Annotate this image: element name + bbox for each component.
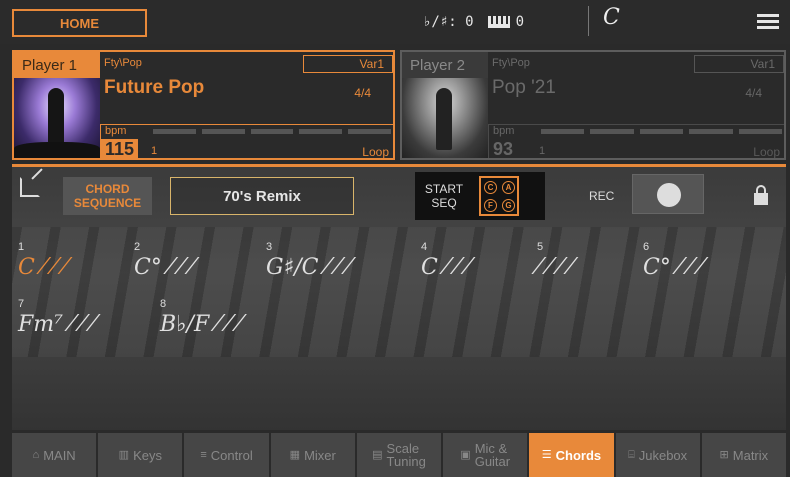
transport-info: bpm 115 1 Loop [100,124,393,159]
measure-number: 4 [421,241,428,253]
measure-number: 3 [266,241,273,253]
bpm-value[interactable]: 115 [101,139,139,159]
measure-chords: C° ⁄ ⁄ ⁄ [134,255,194,280]
variation-badge[interactable]: Var1 [303,55,393,73]
tab-mic-guitar[interactable]: ▣ Mic & Guitar [443,433,528,477]
time-signature: 4/4 [745,86,762,100]
tab-label: Jukebox [638,447,688,463]
progress-bar [541,129,783,134]
bar-number: 1 [539,145,546,157]
menu-icon[interactable] [757,14,779,30]
player-name: Player 2 [402,52,488,78]
top-bar: HOME ♭/♯: 0 0 C [0,0,790,44]
song-thumbnail [14,78,100,158]
tab-control[interactable]: ≡ Control [184,433,269,477]
chord-sequence-panel: CHORD SEQUENCE 70's Remix START SEQ C A F … [12,167,786,430]
mic-icon: ▣ [460,448,471,461]
progress-bar [153,129,391,134]
bpm-label: bpm [105,125,127,137]
control-icon: ≡ [200,448,207,461]
expand-icon[interactable] [20,168,43,197]
tab-label: Mixer [304,447,336,463]
background-image [12,227,786,357]
measure-number: 6 [643,241,650,253]
transport-info: bpm 93 1 Loop [488,124,784,159]
player-2-panel[interactable]: Player 2 Fty\Pop Var1 Pop '21 4/4 bpm 93… [400,50,786,160]
loop-mode[interactable]: Loop [362,145,389,159]
measure-number: 2 [134,241,141,253]
transpose-value: ♭/♯: 0 [423,14,474,30]
measure-number: 7 [18,298,25,310]
song-category: Fty\Pop [104,57,142,69]
bottom-tab-bar: ⌂ MAIN ▥ Keys ≡ Control ▦ Mixer ▤ Scale Tunin… [12,433,786,477]
player-name: Player 1 [14,52,100,78]
tab-label: MAIN [43,447,76,463]
measure-chords: G♯/C ⁄ ⁄ ⁄ [266,255,351,280]
tab-mixer[interactable]: ▦ Mixer [270,433,355,477]
tab-chords[interactable]: ☰ Chords [529,433,614,477]
keyboard-icon [487,16,510,28]
variation-badge[interactable]: Var1 [694,55,784,73]
measure-number: 8 [160,298,167,310]
transpose-display[interactable]: ♭/♯: 0 0 [423,10,524,34]
bar-number: 1 [151,145,158,157]
chords-icon: ☰ [541,448,552,461]
bpm-value[interactable]: 93 [489,139,517,159]
tab-label: Scale Tuning [386,441,426,469]
octave-value: 0 [515,14,525,30]
measure-chords: C ⁄ ⁄ ⁄ [18,255,67,280]
keys-icon: ▥ [118,448,130,461]
bpm-label: bpm [493,125,515,137]
measure-chords: C ⁄ ⁄ ⁄ [421,255,470,280]
matrix-icon: ⊞ [719,448,729,461]
measure-number: 1 [18,241,25,253]
measure-chords: Fm⁷ ⁄ ⁄ ⁄ [18,312,95,337]
song-title: Future Pop [104,77,205,98]
tab-label: Matrix [732,447,769,463]
home-icon: ⌂ [32,448,40,461]
start-seq-button[interactable]: START SEQ C A F G [415,172,545,220]
start-seq-line1: START [424,182,464,196]
divider [588,6,589,36]
jukebox-icon: ⌸ [628,448,635,461]
record-button[interactable] [632,174,704,214]
chord-seq-label-line1: CHORD [85,182,130,196]
tab-label: Mic & Guitar [474,441,511,469]
tab-scale-tuning[interactable]: ▤ Scale Tuning [356,433,442,477]
chord-sequence-button[interactable]: CHORD SEQUENCE [63,177,152,215]
time-signature: 4/4 [354,86,371,100]
tab-main[interactable]: ⌂ MAIN [12,433,97,477]
measure-chords: C° ⁄ ⁄ ⁄ [643,255,703,280]
measure-chords: B♭/F ⁄ ⁄ ⁄ [160,312,242,337]
record-icon [657,183,681,207]
tab-label: Control [210,447,253,463]
tab-label: Keys [133,447,162,463]
start-seq-label: START SEQ [415,182,473,210]
rec-label: REC [589,189,615,203]
player-1-panel[interactable]: Player 1 Fty\Pop Var1 Future Pop 4/4 bpm… [12,50,395,160]
measure-chords: ⁄ ⁄ ⁄ ⁄ [537,255,573,280]
chord-seq-label-line2: SEQUENCE [73,196,142,210]
tab-label: Chords [555,447,602,463]
tab-jukebox[interactable]: ⌸ Jukebox [615,433,700,477]
home-button[interactable]: HOME [12,9,147,37]
tab-matrix[interactable]: ⊞ Matrix [701,433,786,477]
sequence-cycle-icon: C A F G [479,176,519,216]
lock-icon[interactable] [754,185,768,205]
measure-number: 5 [537,241,544,253]
song-thumbnail [402,78,488,158]
loop-mode[interactable]: Loop [753,145,780,159]
song-title: Pop '21 [492,77,556,98]
tab-keys[interactable]: ▥ Keys [98,433,183,477]
mixer-icon: ▦ [289,448,301,461]
song-category: Fty\Pop [492,57,530,69]
scale-icon: ▤ [372,448,383,461]
key-indicator[interactable]: C [603,5,620,30]
start-seq-line2: SEQ [431,196,457,210]
sequence-name-field[interactable]: 70's Remix [170,177,354,215]
